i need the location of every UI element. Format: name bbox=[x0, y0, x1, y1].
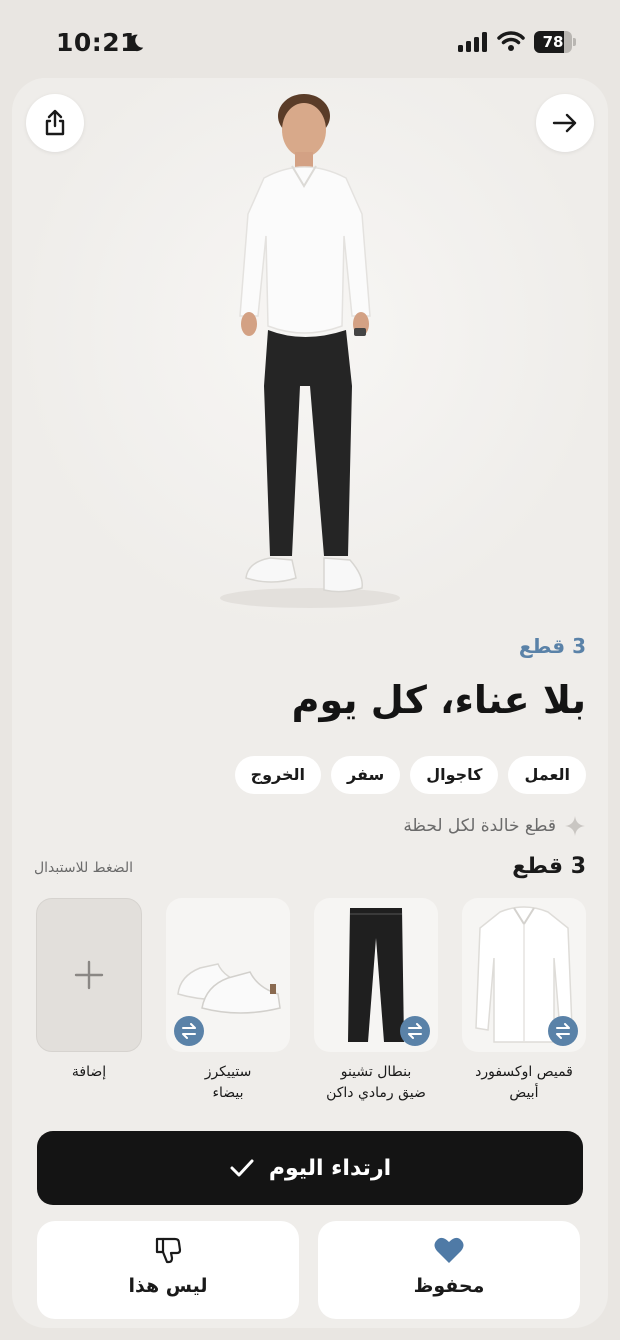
item-label-line1: ستييكرز bbox=[204, 1064, 252, 1080]
saved-label: محفوظ bbox=[413, 1275, 485, 1297]
arrow-right-icon bbox=[552, 113, 577, 133]
share-button[interactable] bbox=[26, 94, 84, 152]
item-label-line1: بنطال تشينو bbox=[340, 1064, 412, 1080]
item-label-line2: أبيض bbox=[509, 1085, 539, 1101]
battery-indicator: 78 bbox=[534, 31, 576, 53]
item-label: ستييكرز بيضاء bbox=[166, 1062, 290, 1104]
item-thumbnail bbox=[462, 898, 586, 1052]
signal-icon bbox=[458, 32, 487, 52]
next-button[interactable] bbox=[536, 94, 594, 152]
wear-today-label: ارتداء اليوم bbox=[268, 1155, 392, 1181]
outfit-card: 3 قطع بلا عناء، كل يوم العمل كاجوال سفر … bbox=[12, 78, 608, 1328]
sparkle-icon bbox=[565, 816, 585, 836]
tagline-text: قطع خالدة لكل لحظة bbox=[403, 816, 556, 836]
tag-list: العمل كاجوال سفر الخروج bbox=[234, 756, 586, 794]
swap-hint-text: الضغط للاستبدال bbox=[34, 860, 133, 876]
add-item-tile bbox=[36, 898, 142, 1052]
swap-icon bbox=[556, 1023, 570, 1039]
item-label: بنطال تشينو ضيق رمادي داكن bbox=[314, 1062, 438, 1104]
dislike-button[interactable]: ليس هذا bbox=[37, 1221, 299, 1319]
item-label-line2: ضيق رمادي داكن bbox=[326, 1085, 426, 1101]
items-row: قميص اوكسفورد أبيض بنطال تشينو ضيق رمادي… bbox=[36, 898, 586, 1118]
swap-button[interactable] bbox=[548, 1016, 578, 1046]
item-thumbnail bbox=[314, 898, 438, 1052]
outfit-hero-image bbox=[12, 78, 608, 638]
thumbs-down-icon bbox=[155, 1237, 182, 1264]
item-label: قميص اوكسفورد أبيض bbox=[462, 1062, 586, 1104]
item-label-line1: قميص اوكسفورد bbox=[475, 1064, 573, 1080]
outfit-title: بلا عناء، كل يوم bbox=[291, 678, 586, 722]
dislike-label: ليس هذا bbox=[128, 1275, 208, 1297]
swap-button[interactable] bbox=[174, 1016, 204, 1046]
tag-going-out[interactable]: الخروج bbox=[234, 756, 322, 794]
model-figure-image bbox=[220, 94, 400, 608]
wifi-icon bbox=[497, 31, 525, 51]
tag-casual[interactable]: كاجوال bbox=[410, 756, 499, 794]
swap-icon bbox=[408, 1023, 422, 1039]
item-label-line2: بيضاء bbox=[212, 1085, 244, 1101]
items-section-header: 3 قطع bbox=[512, 854, 586, 879]
status-bar: 10:21 78 bbox=[0, 0, 620, 80]
checkmark-icon bbox=[230, 1159, 254, 1177]
plus-icon bbox=[74, 960, 104, 990]
share-icon bbox=[45, 109, 65, 136]
moon-icon bbox=[128, 34, 144, 52]
wear-today-button[interactable]: ارتداء اليوم bbox=[37, 1131, 583, 1205]
add-item-label: إضافة bbox=[71, 1064, 107, 1080]
swap-icon bbox=[182, 1023, 196, 1039]
battery-level-text: 78 bbox=[542, 33, 564, 51]
item-thumbnail bbox=[166, 898, 290, 1052]
tag-work[interactable]: العمل bbox=[508, 756, 586, 794]
pieces-count-label: 3 قطع bbox=[518, 634, 586, 658]
tag-travel[interactable]: سفر bbox=[331, 756, 401, 794]
tagline: قطع خالدة لكل لحظة bbox=[403, 815, 586, 837]
saved-button[interactable]: محفوظ bbox=[318, 1221, 580, 1319]
heart-icon bbox=[434, 1237, 464, 1263]
swap-button[interactable] bbox=[400, 1016, 430, 1046]
